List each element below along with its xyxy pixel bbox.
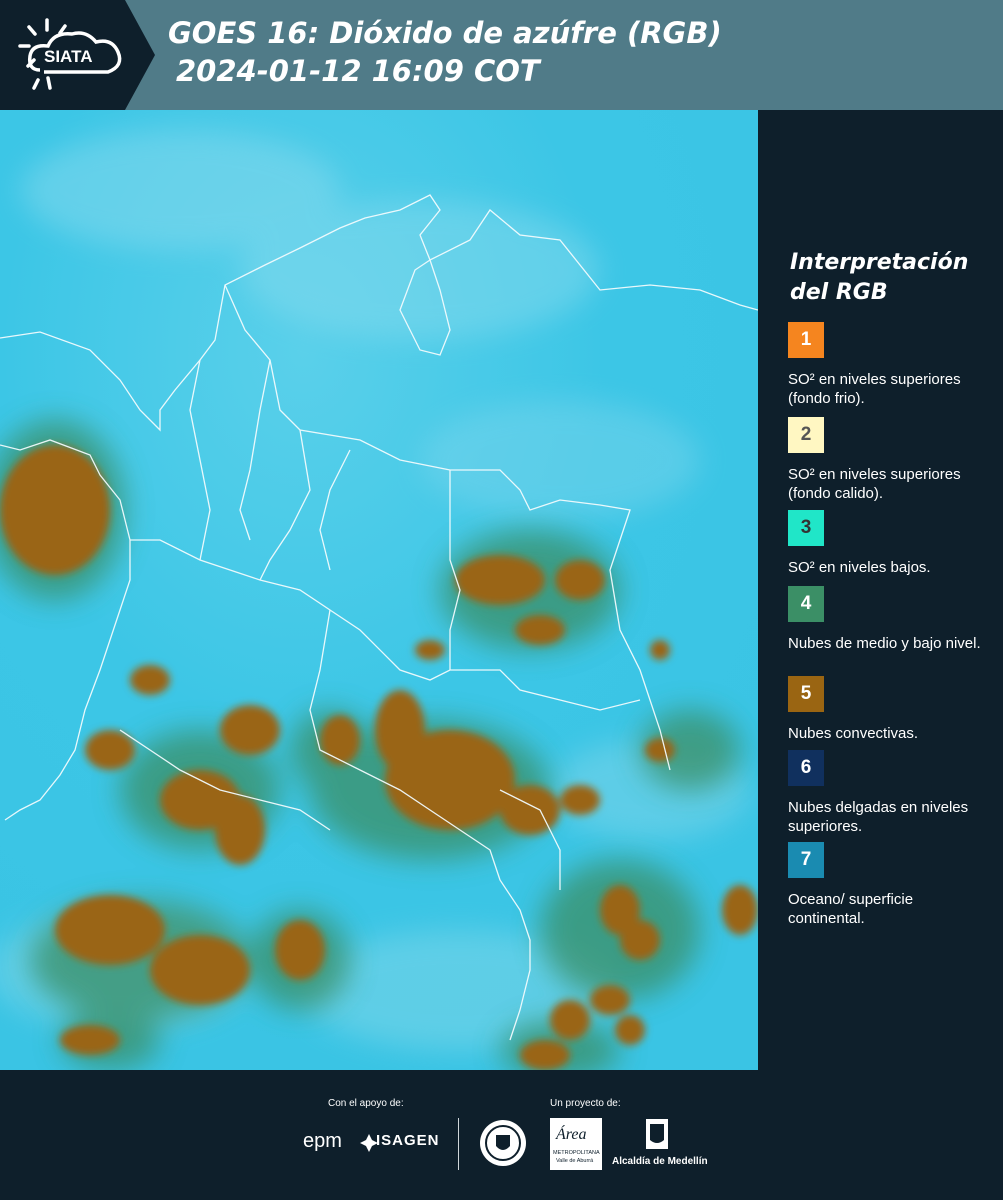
legend-item-1: 1 SO² en niveles superiores (fondo frio)… [788, 322, 988, 408]
alcaldia-logo[interactable]: Alcaldía de Medellín [612, 1118, 708, 1170]
medellin-seal-logo[interactable] [478, 1118, 528, 1168]
legend-label-4: Nubes de medio y bajo nivel. [788, 635, 981, 652]
satellite-map[interactable] [0, 110, 758, 1070]
legend-item-5: 5 Nubes convectivas. [788, 676, 988, 743]
project-label: Un proyecto de: [550, 1098, 621, 1109]
legend-item-6: 6 Nubes delgadas en niveles superiores. [788, 750, 988, 836]
legend-swatch-1: 1 [788, 322, 824, 358]
footer-divider [458, 1118, 459, 1170]
siata-logo-text: SIATA [44, 47, 92, 66]
siata-logo[interactable]: SIATA [0, 0, 155, 110]
legend-label-1: SO² en niveles superiores (fondo frio). [788, 371, 961, 407]
legend-swatch-2: 2 [788, 417, 824, 453]
legend-item-7: 7 Oceano/ superficie continental. [788, 842, 988, 928]
isagen-logo[interactable]: ISAGEN [360, 1132, 450, 1152]
area-sub1: METROPOLITANA [553, 1150, 600, 1156]
epm-logo[interactable]: epm [303, 1130, 342, 1153]
legend-label-5: Nubes convectivas. [788, 725, 919, 742]
title-line-2: 2024-01-12 16:09 COT [176, 54, 540, 88]
legend-swatch-7: 7 [788, 842, 824, 878]
area-sub2: Valle de Aburrá [556, 1158, 594, 1164]
legend-swatch-3: 3 [788, 510, 824, 546]
legend-panel: Interpretación del RGB 1 SO² en niveles … [758, 110, 1003, 1070]
header-bar: SIATA GOES 16: Dióxido de azúfre (RGB) 20… [0, 0, 1003, 110]
legend-label-2: SO² en niveles superiores (fondo calido)… [788, 466, 961, 502]
legend-item-2: 2 SO² en niveles superiores (fondo calid… [788, 417, 988, 503]
legend-item-4: 4 Nubes de medio y bajo nivel. [788, 586, 988, 653]
legend-item-3: 3 SO² en niveles bajos. [788, 510, 988, 577]
area-logo-text: Área [556, 1126, 587, 1143]
support-label: Con el apoyo de: [328, 1098, 404, 1109]
title-line-1: GOES 16: Dióxido de azúfre (RGB) [168, 16, 722, 50]
page-title: GOES 16: Dióxido de azúfre (RGB) 2024-01-… [168, 14, 722, 90]
legend-title: Interpretación del RGB [790, 250, 969, 305]
alcaldia-text: Alcaldía de Medellín [612, 1156, 708, 1167]
legend-label-6: Nubes delgadas en niveles superiores. [788, 799, 969, 835]
isagen-logo-text: ISAGEN [376, 1132, 440, 1149]
legend-label-7: Oceano/ superficie continental. [788, 891, 914, 927]
legend-swatch-6: 6 [788, 750, 824, 786]
legend-swatch-5: 5 [788, 676, 824, 712]
area-metropolitana-logo[interactable]: Área METROPOLITANA Valle de Aburrá [550, 1118, 602, 1170]
legend-label-3: SO² en niveles bajos. [788, 559, 931, 576]
footer-bar: Con el apoyo de: Un proyecto de: epm ISA… [0, 1070, 1003, 1200]
legend-swatch-4: 4 [788, 586, 824, 622]
alcaldia-shield-icon [646, 1119, 668, 1149]
